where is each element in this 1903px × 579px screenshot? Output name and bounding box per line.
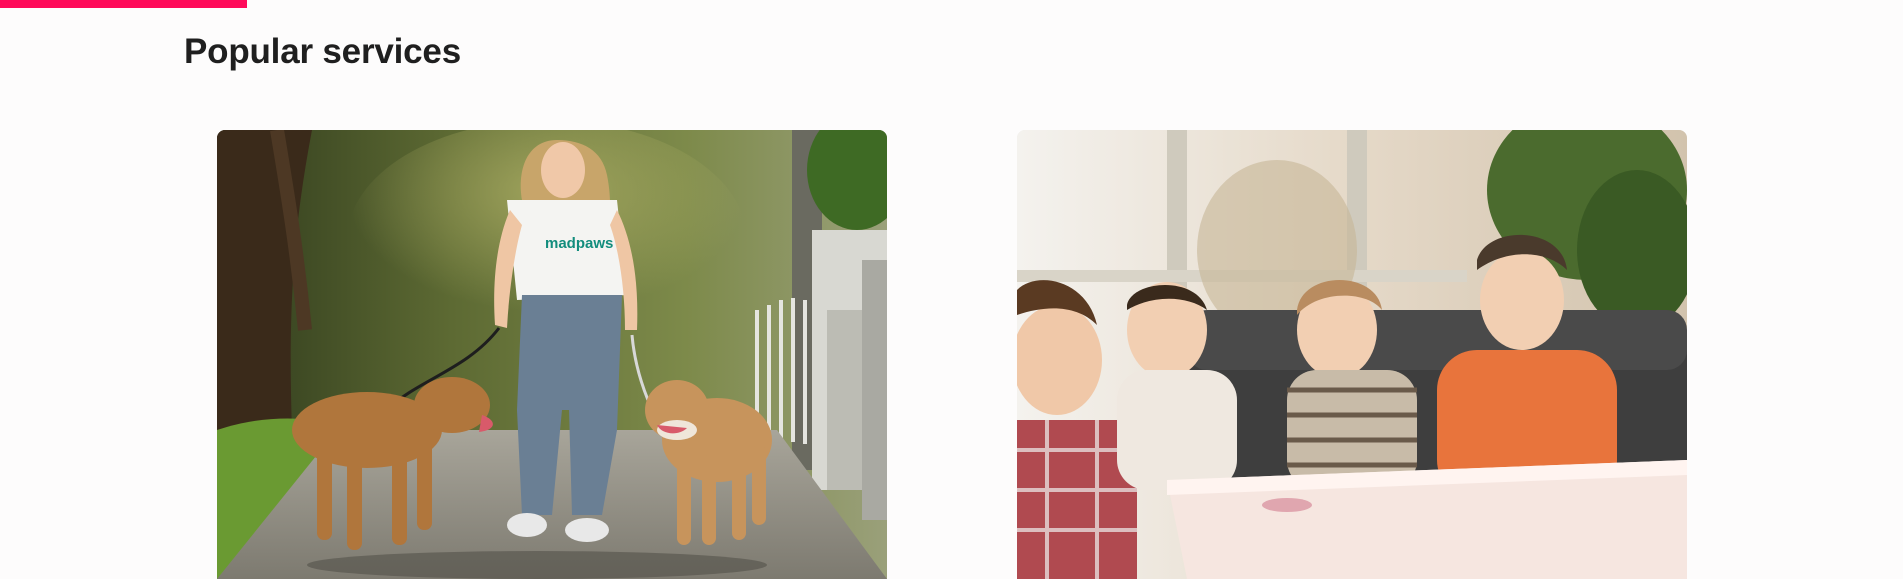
children-at-table-photo: [1017, 130, 1687, 579]
dog-walker-photo: madpaws: [217, 130, 887, 579]
service-card-dog-walking[interactable]: madpaws: [217, 130, 887, 579]
shirt-logo-text: madpaws: [545, 235, 613, 252]
service-card-childcare[interactable]: [1017, 130, 1687, 579]
progress-bar: [0, 0, 248, 8]
page-title: Popular services: [184, 32, 461, 71]
